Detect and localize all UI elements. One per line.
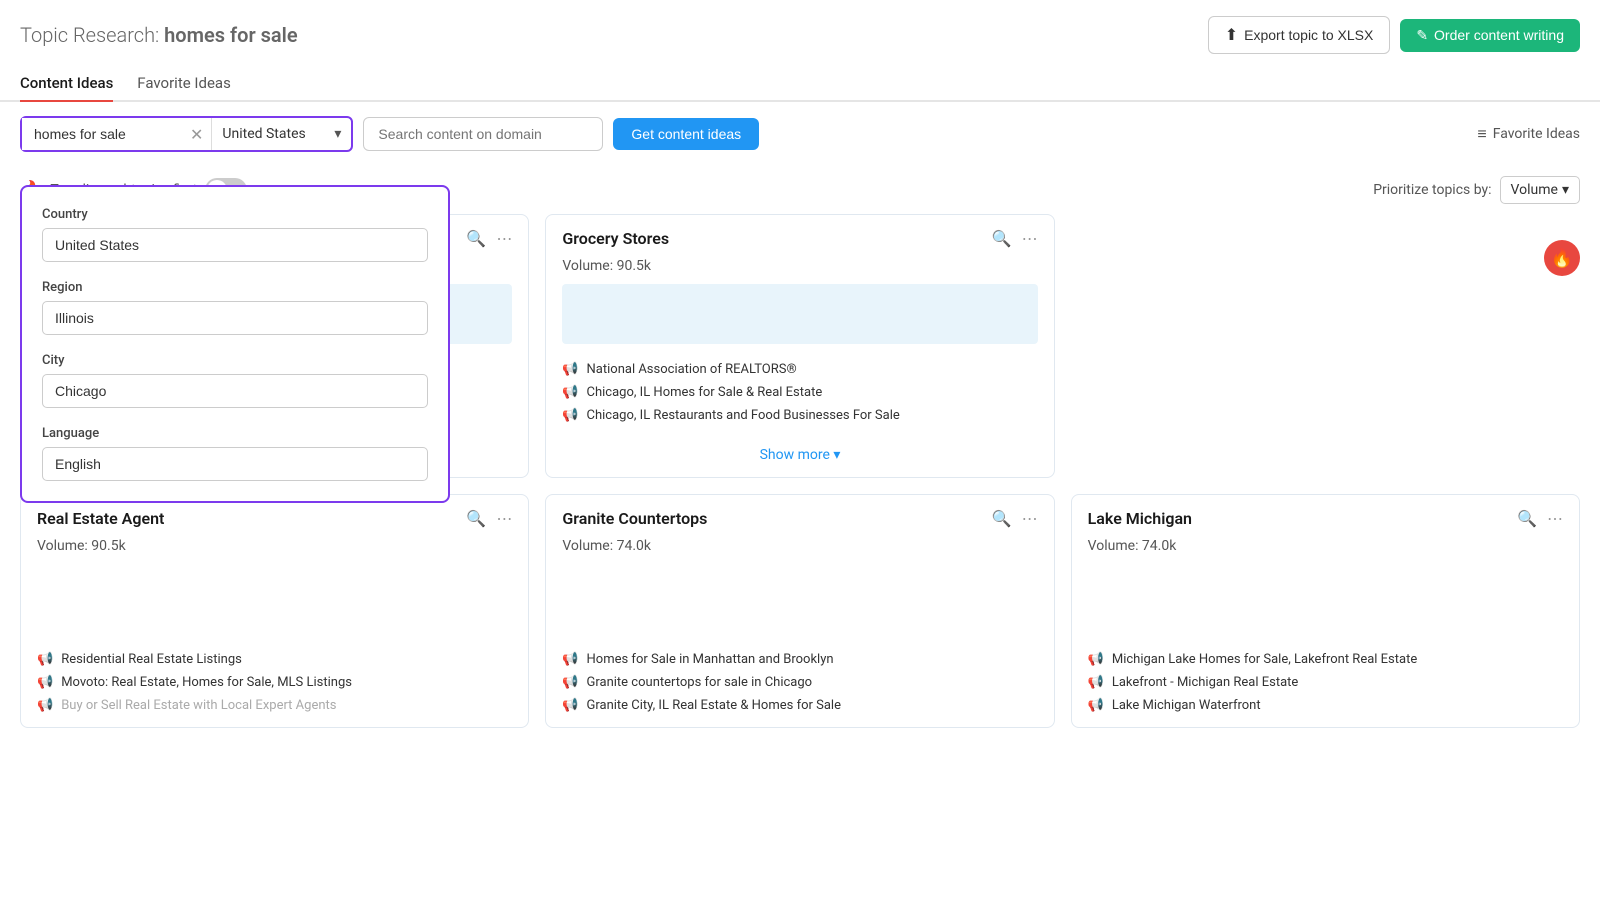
order-writing-button[interactable]: ✎ Order content writing (1400, 19, 1580, 52)
card-items-lake: 📢 Michigan Lake Homes for Sale, Lakefron… (1072, 644, 1579, 727)
card-volume-lake: Volume: 74.0k (1072, 538, 1579, 564)
card-items-granite: 📢 Homes for Sale in Manhattan and Brookl… (546, 644, 1053, 727)
country-input[interactable] (42, 228, 428, 262)
search-icon[interactable]: 🔍 (992, 509, 1012, 528)
card-actions-zillow: 🔍 ⋯ (466, 229, 512, 248)
keyword-input[interactable] (22, 118, 182, 150)
megaphone-icon: 📢 (562, 408, 578, 423)
megaphone-icon: 📢 (37, 698, 53, 713)
megaphone-icon: 📢 (37, 652, 53, 667)
list-icon: ≡ (1477, 124, 1486, 144)
page-title: Topic Research: homes for sale (20, 23, 298, 47)
card-lake-michigan: Lake Michigan 🔍 ⋯ Volume: 74.0k 📢 Michig… (1071, 494, 1580, 728)
megaphone-icon: 📢 (562, 385, 578, 400)
megaphone-icon: 📢 (1088, 698, 1104, 713)
toolbar: ✕ United States ▾ Get content ideas ≡ Fa… (0, 102, 1600, 166)
card-volume-rea: Volume: 90.5k (21, 538, 528, 564)
country-field: Country (42, 207, 428, 262)
city-field: City (42, 353, 428, 408)
more-icon[interactable]: ⋯ (496, 509, 512, 528)
more-icon[interactable]: ⋯ (1547, 509, 1563, 528)
card-volume-granite: Volume: 74.0k (546, 538, 1053, 564)
card-chart-lake (1072, 564, 1579, 644)
keyword-country-wrap: ✕ United States ▾ (20, 116, 353, 152)
megaphone-icon: 📢 (1088, 675, 1104, 690)
volume-select[interactable]: Volume ▾ (1500, 176, 1580, 204)
card-real-estate-agent: Real Estate Agent 🔍 ⋯ Volume: 90.5k 📢 Re… (20, 494, 529, 728)
list-item: 📢 Residential Real Estate Listings (37, 648, 512, 671)
region-field: Region (42, 280, 428, 335)
card-items-grocery: 📢 National Association of REALTORS® 📢 Ch… (546, 354, 1053, 437)
card-actions-grocery: 🔍 ⋯ (992, 229, 1038, 248)
tabs: Content Ideas Favorite Ideas (0, 54, 1600, 102)
megaphone-icon: 📢 (1088, 652, 1104, 667)
pencil-icon: ✎ (1416, 27, 1428, 44)
card-items-rea: 📢 Residential Real Estate Listings 📢 Mov… (21, 644, 528, 727)
card-header-granite: Granite Countertops 🔍 ⋯ (546, 495, 1053, 538)
card-granite: Granite Countertops 🔍 ⋯ Volume: 74.0k 📢 … (545, 494, 1054, 728)
more-icon[interactable]: ⋯ (496, 229, 512, 248)
megaphone-icon: 📢 (562, 675, 578, 690)
megaphone-icon: 📢 (562, 652, 578, 667)
card-volume-grocery: Volume: 90.5k (546, 258, 1053, 284)
header-actions: ⬆ Export topic to XLSX ✎ Order content w… (1208, 16, 1580, 54)
location-dropdown: Country Region City Language (20, 185, 450, 503)
get-content-ideas-button[interactable]: Get content ideas (613, 118, 759, 150)
more-icon[interactable]: ⋯ (1022, 229, 1038, 248)
list-item: 📢 Granite countertops for sale in Chicag… (562, 671, 1037, 694)
list-item: 📢 Lakefront - Michigan Real Estate (1088, 671, 1563, 694)
export-icon: ⬆ (1225, 25, 1238, 45)
list-item: 📢 Homes for Sale in Manhattan and Brookl… (562, 648, 1037, 671)
megaphone-icon: 📢 (562, 698, 578, 713)
show-more-grocery: Show more ▾ (546, 437, 1053, 477)
clear-keyword-icon[interactable]: ✕ (182, 125, 211, 144)
tab-favorite-ideas[interactable]: Favorite Ideas (137, 66, 231, 100)
card-chart-granite (546, 564, 1053, 644)
trending-badge[interactable]: 🔥 (1544, 240, 1580, 276)
cards-grid-row2: Real Estate Agent 🔍 ⋯ Volume: 90.5k 📢 Re… (20, 494, 1580, 728)
list-item: 📢 Michigan Lake Homes for Sale, Lakefron… (1088, 648, 1563, 671)
search-domain-input[interactable] (363, 117, 603, 151)
country-select[interactable]: United States ▾ (211, 118, 351, 150)
list-item: 📢 Chicago, IL Homes for Sale & Real Esta… (562, 381, 1037, 404)
card-header-lake: Lake Michigan 🔍 ⋯ (1072, 495, 1579, 538)
card-actions-granite: 🔍 ⋯ (992, 509, 1038, 528)
language-input[interactable] (42, 447, 428, 481)
list-item: 📢 Chicago, IL Restaurants and Food Busin… (562, 404, 1037, 427)
language-field: Language (42, 426, 428, 481)
card-actions-rea: 🔍 ⋯ (466, 509, 512, 528)
card-chart-grocery (562, 284, 1037, 344)
list-item: 📢 Movoto: Real Estate, Homes for Sale, M… (37, 671, 512, 694)
search-icon[interactable]: 🔍 (992, 229, 1012, 248)
search-icon[interactable]: 🔍 (466, 229, 486, 248)
tab-content-ideas[interactable]: Content Ideas (20, 66, 113, 100)
header: Topic Research: homes for sale ⬆ Export … (0, 0, 1600, 54)
card-header-grocery: Grocery Stores 🔍 ⋯ (546, 215, 1053, 258)
card-actions-lake: 🔍 ⋯ (1517, 509, 1563, 528)
megaphone-icon: 📢 (562, 362, 578, 377)
card-chart-rea (21, 564, 528, 644)
prioritize-wrap: Prioritize topics by: Volume ▾ (1373, 176, 1580, 204)
show-more-link[interactable]: Show more ▾ (760, 447, 841, 463)
export-button[interactable]: ⬆ Export topic to XLSX (1208, 16, 1391, 54)
city-input[interactable] (42, 374, 428, 408)
region-input[interactable] (42, 301, 428, 335)
list-item: 📢 National Association of REALTORS® (562, 358, 1037, 381)
megaphone-icon: 📢 (37, 675, 53, 690)
favorite-ideas-link[interactable]: ≡ Favorite Ideas (1477, 124, 1580, 144)
search-icon[interactable]: 🔍 (1517, 509, 1537, 528)
more-icon[interactable]: ⋯ (1022, 509, 1038, 528)
list-item: 📢 Lake Michigan Waterfront (1088, 694, 1563, 717)
card-grocery: Grocery Stores 🔍 ⋯ Volume: 90.5k 📢 Natio… (545, 214, 1054, 478)
chevron-down-icon: ▾ (334, 126, 341, 142)
search-icon[interactable]: 🔍 (466, 509, 486, 528)
volume-chevron-icon: ▾ (1562, 182, 1569, 198)
list-item: 📢 Granite City, IL Real Estate & Homes f… (562, 694, 1037, 717)
list-item: 📢 Buy or Sell Real Estate with Local Exp… (37, 694, 512, 717)
